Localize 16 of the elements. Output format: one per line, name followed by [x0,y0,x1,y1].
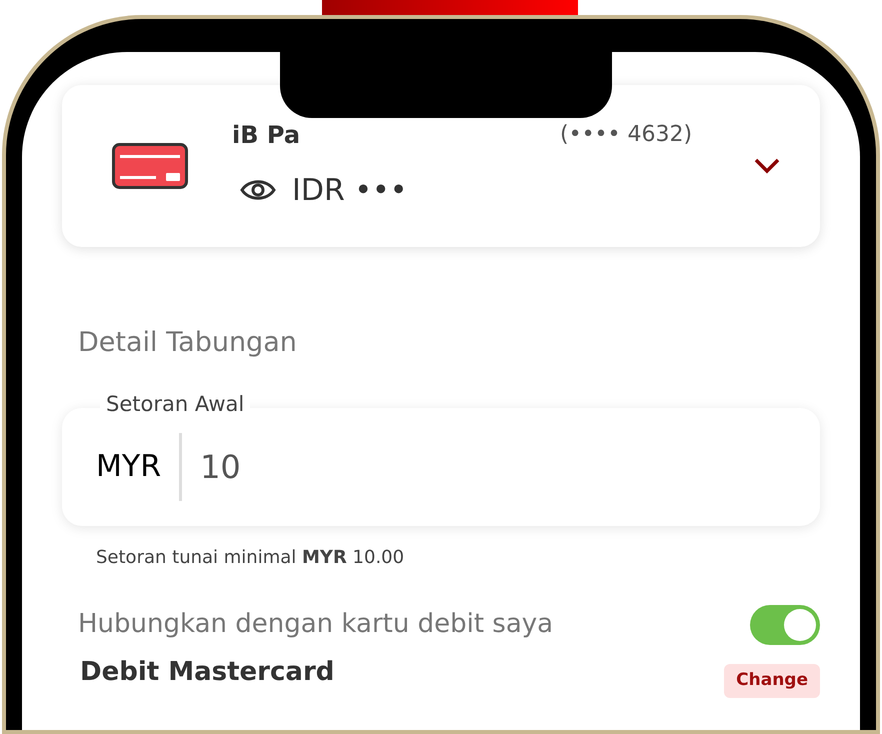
toggle-switch[interactable] [750,604,820,644]
eye-icon[interactable] [240,178,276,202]
card-icon [112,143,188,189]
section-title: Detail Tabungan [78,326,298,360]
minimum-deposit-hint: Setoran tunai minimal MYR 10.00 [96,546,406,570]
account-number: (•••• 4632) [560,121,692,149]
amount-value: 10 [200,446,241,488]
change-button[interactable]: Change [724,664,820,698]
account-name: iB Pa [232,120,300,150]
account-card[interactable]: iB Pa (•••• 4632) IDR ••• [62,85,820,247]
link-debit-label: Hubungkan dengan kartu debit saya [78,608,554,641]
chevron-down-icon[interactable] [754,158,780,174]
account-balance: IDR ••• [292,172,408,210]
debit-card-name: Debit Mastercard [80,656,334,688]
currency-code: MYR [96,448,162,486]
toggle-knob [784,608,816,640]
